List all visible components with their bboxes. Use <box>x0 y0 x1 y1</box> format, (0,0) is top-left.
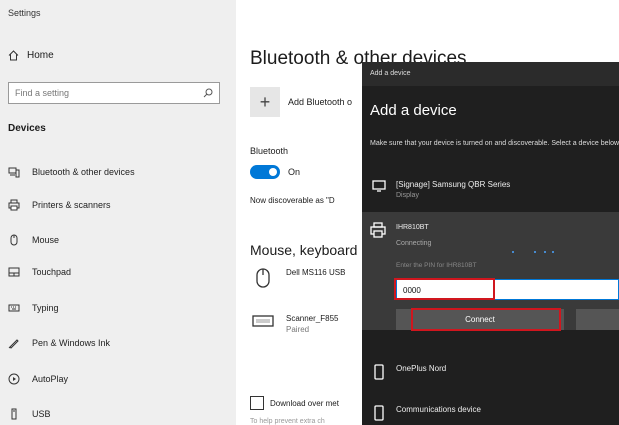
sidebar: Settings Home Devices Bluetooth & other … <box>0 0 236 425</box>
toggle-switch[interactable] <box>250 165 280 179</box>
home-icon <box>8 50 19 61</box>
device-status: Connecting <box>396 240 432 247</box>
device-name: Communications device <box>396 405 481 414</box>
sidebar-item-label: Pen & Windows Ink <box>32 338 111 348</box>
monitor-icon <box>372 180 386 192</box>
touchpad-icon <box>8 267 20 277</box>
toggle-state: On <box>288 167 301 177</box>
mouse-icon <box>10 234 18 246</box>
sidebar-item-typing[interactable]: Typing <box>8 298 59 318</box>
device-name: [Signage] Samsung QBR Series <box>396 180 511 189</box>
pin-field[interactable] <box>396 279 619 300</box>
sidebar-item-mouse[interactable]: Mouse <box>8 230 59 250</box>
sidebar-item-home[interactable]: Home <box>8 50 54 61</box>
add-bluetooth-device-button[interactable]: + Add Bluetooth o <box>250 87 352 117</box>
mouse-icon <box>256 268 270 288</box>
device-name: OnePlus Nord <box>396 364 447 373</box>
bluetooth-devices-icon <box>8 167 20 178</box>
bluetooth-label: Bluetooth <box>250 146 289 156</box>
discoverable-text: Now discoverable as "D <box>250 196 335 205</box>
dialog-titlebar: Add a device <box>362 62 619 86</box>
progress-dots <box>512 251 572 255</box>
pin-prompt: Enter the PIN for IHR810BT <box>396 262 477 269</box>
device-type: Display <box>396 192 419 199</box>
pen-icon <box>8 339 19 349</box>
scanner-icon <box>252 315 274 327</box>
selected-device[interactable]: IHR810BT Connecting Enter the PIN for IH… <box>362 212 619 331</box>
add-device-label: Add Bluetooth o <box>288 97 353 107</box>
cancel-button[interactable] <box>576 309 619 330</box>
device-list-item[interactable]: Communications device <box>370 405 481 421</box>
printer-icon <box>370 222 386 238</box>
sidebar-item-label: Printers & scanners <box>32 200 111 210</box>
sidebar-item-label: Bluetooth & other devices <box>32 167 135 177</box>
section-heading: Devices <box>8 123 46 134</box>
sidebar-item-usb[interactable]: USB <box>8 404 51 424</box>
search-input[interactable] <box>15 88 195 98</box>
sidebar-item-label: Touchpad <box>32 267 72 277</box>
phone-icon <box>374 364 384 380</box>
section-heading-mouse-keyboard: Mouse, keyboard <box>250 242 358 258</box>
device-name: Scanner_F855 <box>286 314 339 323</box>
download-metered-checkbox[interactable]: Download over met <box>250 396 339 410</box>
usb-icon <box>11 408 17 420</box>
dialog-instructions: Make sure that your device is turned on … <box>370 140 619 147</box>
device-list-item[interactable]: OnePlus Nord <box>370 364 446 380</box>
sidebar-item-pen[interactable]: Pen & Windows Ink <box>8 333 110 353</box>
sidebar-item-label: AutoPlay <box>32 374 69 384</box>
bluetooth-toggle[interactable]: On <box>250 165 300 179</box>
pin-input[interactable] <box>397 281 618 300</box>
device-status: Paired <box>286 325 310 334</box>
search-box[interactable] <box>8 82 220 104</box>
sidebar-item-touchpad[interactable]: Touchpad <box>8 262 71 282</box>
help-text: To help prevent extra ch <box>250 418 325 425</box>
dialog-heading: Add a device <box>370 102 457 119</box>
device-list-item[interactable]: [Signage] Samsung QBR Series Display <box>370 180 510 199</box>
device-name: Dell MS116 USB <box>286 268 346 277</box>
device-item[interactable]: Dell MS116 USB <box>250 268 345 288</box>
search-icon <box>203 88 213 98</box>
app-title: Settings <box>8 8 41 18</box>
sidebar-item-label: Home <box>27 50 54 61</box>
device-name: IHR810BT <box>396 224 429 231</box>
sidebar-item-printers[interactable]: Printers & scanners <box>8 195 111 215</box>
phone-icon <box>374 405 384 421</box>
device-item[interactable]: Scanner_F855 Paired <box>250 314 338 334</box>
add-device-dialog: Add a device Add a device Make sure that… <box>362 62 619 425</box>
autoplay-icon <box>8 373 20 385</box>
plus-icon: + <box>250 87 280 117</box>
printer-icon <box>8 199 20 211</box>
checkbox-label: Download over met <box>270 398 339 408</box>
checkbox[interactable] <box>250 396 264 410</box>
sidebar-item-label: USB <box>32 409 51 419</box>
sidebar-item-label: Mouse <box>32 235 60 245</box>
sidebar-item-autoplay[interactable]: AutoPlay <box>8 369 68 389</box>
sidebar-item-bluetooth[interactable]: Bluetooth & other devices <box>8 162 135 182</box>
sidebar-item-label: Typing <box>32 303 59 313</box>
connect-button[interactable]: Connect <box>396 309 564 330</box>
keyboard-icon <box>8 304 20 312</box>
